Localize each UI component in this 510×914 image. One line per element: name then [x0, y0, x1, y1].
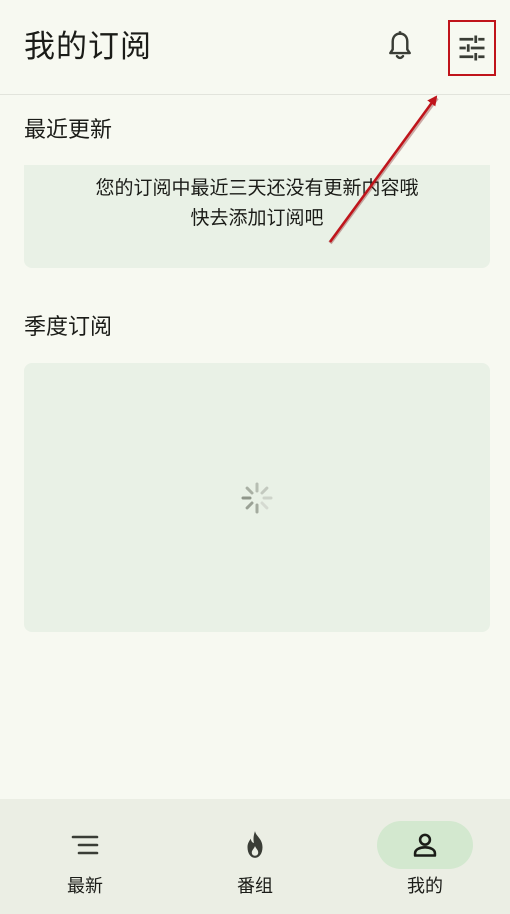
bottom-navigation: 最新 番组 我的 — [0, 799, 510, 914]
list-icon — [71, 835, 99, 855]
bell-icon — [389, 31, 411, 60]
nav-item-shows[interactable]: 番组 — [170, 799, 340, 914]
nav-icon-container-active — [377, 821, 473, 869]
empty-message-line1: 您的订阅中最近三天还没有更新内容哦 — [95, 177, 419, 199]
page-title: 我的订阅 — [24, 29, 152, 65]
nav-label-latest: 最新 — [67, 876, 103, 897]
nav-item-latest[interactable]: 最新 — [0, 799, 170, 914]
empty-message-line2: 快去添加订阅吧 — [190, 207, 324, 229]
filter-settings-button[interactable] — [448, 20, 496, 76]
top-app-bar: 我的订阅 — [0, 0, 510, 95]
season-subscriptions-card — [24, 363, 490, 632]
tune-icon — [459, 35, 485, 61]
season-subscriptions-title: 季度订阅 — [24, 315, 113, 340]
person-icon — [413, 833, 437, 857]
notifications-button[interactable] — [376, 23, 424, 71]
nav-icon-container — [207, 821, 303, 869]
nav-label-shows: 番组 — [237, 876, 273, 897]
nav-icon-container — [37, 821, 133, 869]
app-screen: 我的订阅 最近更新 您的订阅中最近三天还没有更新内容哦 快去添加订阅吧 季度订阅 — [0, 0, 510, 914]
recent-updates-title: 最近更新 — [24, 118, 113, 143]
loading-spinner-icon — [241, 482, 273, 514]
nav-item-mine[interactable]: 我的 — [340, 799, 510, 914]
fire-icon — [247, 831, 263, 858]
nav-label-mine: 我的 — [407, 876, 443, 897]
recent-updates-empty-card: 您的订阅中最近三天还没有更新内容哦 快去添加订阅吧 — [24, 165, 490, 268]
